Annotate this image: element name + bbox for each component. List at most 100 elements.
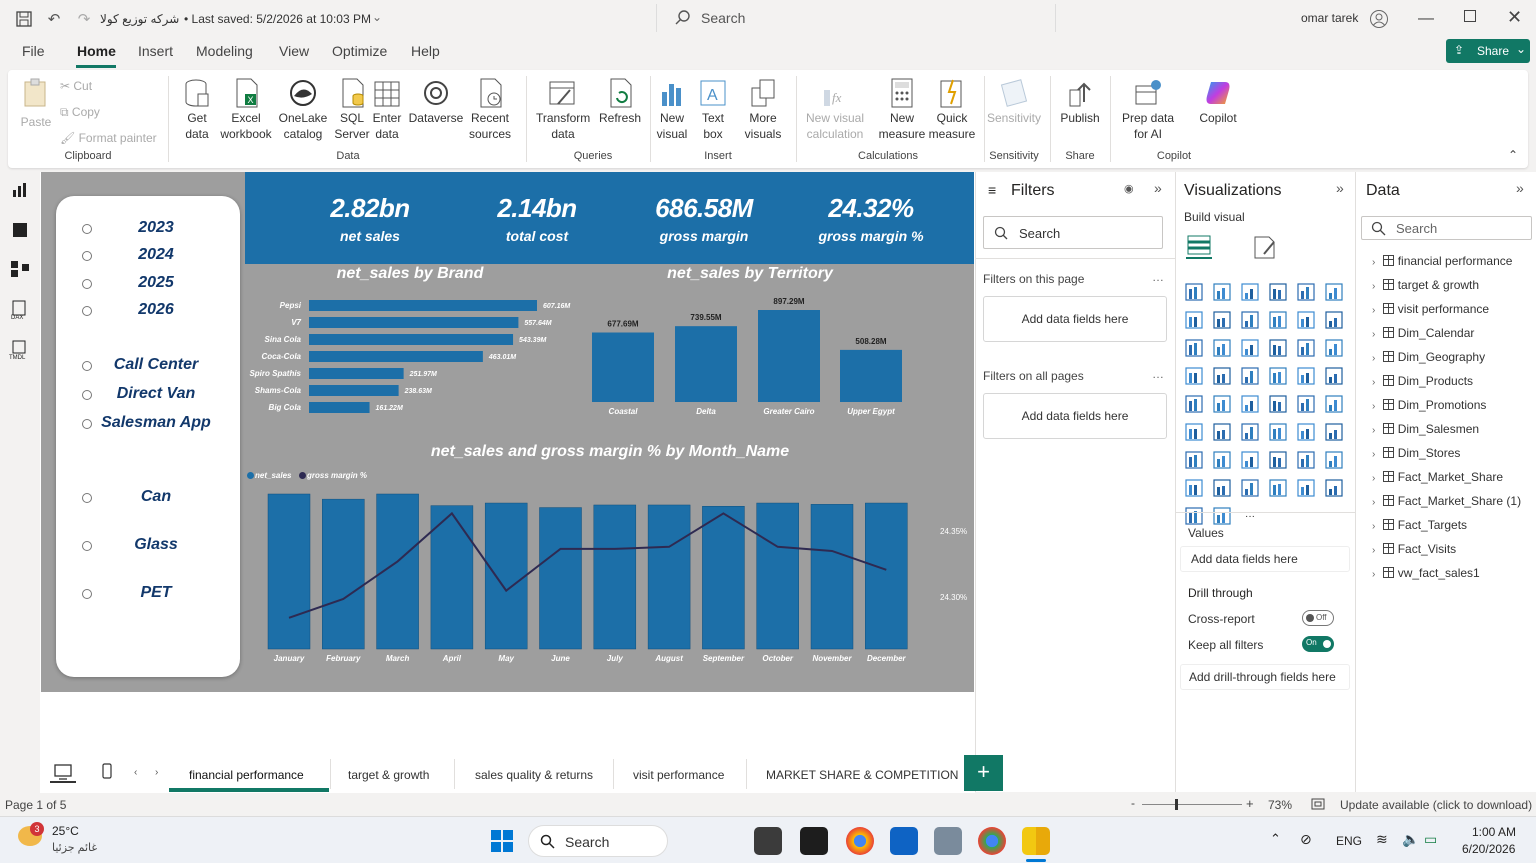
volume-icon[interactable]: 🔈 [1402,831,1419,848]
data-field-item[interactable]: › Dim_Calendar [1372,326,1474,346]
data-field-item[interactable]: › Fact_Visits [1372,542,1456,562]
cross-report-toggle[interactable]: Off [1302,610,1334,626]
visual-type-icon[interactable] [1296,394,1316,414]
data-field-item[interactable]: › Dim_Stores [1372,446,1460,466]
clock-date[interactable]: 6/20/2026 [1462,842,1515,856]
visual-type-icon[interactable] [1184,282,1204,302]
visual-type-icon[interactable] [1212,282,1232,302]
visual-type-icon[interactable] [1184,394,1204,414]
visual-type-icon[interactable] [1296,422,1316,442]
network-off-icon[interactable]: ⊘ [1300,831,1312,848]
visual-type-icon[interactable] [1240,422,1260,442]
visual-type-icon[interactable] [1240,282,1260,302]
visual-type-icon[interactable] [1296,366,1316,386]
visual-type-icon[interactable] [1212,366,1232,386]
visual-type-icon[interactable] [1324,422,1344,442]
zoom-out-icon[interactable]: - [1131,796,1135,810]
format-visual-icon[interactable] [1252,234,1278,260]
visual-type-icon[interactable] [1184,422,1204,442]
visual-type-icon[interactable] [1212,506,1232,526]
zoom-slider-thumb[interactable] [1175,799,1178,810]
visual-type-icon[interactable] [1324,338,1344,358]
visual-type-icon[interactable] [1268,478,1288,498]
calculator-app-icon[interactable] [934,827,962,855]
chrome-icon[interactable] [846,827,874,855]
visual-type-icon[interactable] [1240,478,1260,498]
visual-type-icon[interactable] [1296,338,1316,358]
visual-type-icon[interactable]: ··· [1240,506,1260,526]
tab-sales-quality[interactable]: sales quality & returns [475,768,593,782]
visual-type-icon[interactable] [1184,366,1204,386]
visual-type-icon[interactable] [1296,282,1316,302]
data-field-item[interactable]: › Dim_Products [1372,374,1473,394]
visual-type-icon[interactable] [1324,394,1344,414]
filters-page-dropzone[interactable]: Add data fields here [983,296,1167,342]
zoom-in-icon[interactable]: + [1246,796,1254,811]
chevron-up-icon[interactable]: ⌃ [1270,831,1281,847]
visual-type-icon[interactable] [1240,310,1260,330]
more-options-icon[interactable]: … [1152,367,1164,381]
visual-type-icon[interactable] [1184,506,1204,526]
terminal-icon[interactable] [800,827,828,855]
more-options-icon[interactable]: … [1152,270,1164,284]
visual-type-icon[interactable] [1324,478,1344,498]
keep-filters-toggle[interactable]: On [1302,636,1334,652]
clock-time[interactable]: 1:00 AM [1472,825,1516,839]
file-explorer-icon[interactable] [754,827,782,855]
visual-type-icon[interactable] [1296,310,1316,330]
visual-type-icon[interactable] [1212,478,1232,498]
visual-type-icon[interactable] [1324,282,1344,302]
tab-visit-performance[interactable]: visit performance [633,768,724,782]
filters-search-input[interactable]: Search [983,216,1163,249]
visual-type-icon[interactable] [1296,478,1316,498]
visual-type-icon[interactable] [1212,422,1232,442]
visual-type-icon[interactable] [1212,338,1232,358]
visual-type-icon[interactable] [1184,478,1204,498]
tab-financial-performance[interactable]: financial performance [189,768,304,782]
visual-type-icon[interactable] [1212,450,1232,470]
visual-type-icon[interactable] [1268,310,1288,330]
power-bi-icon[interactable] [1022,827,1050,855]
add-page-button[interactable]: + [964,755,1003,791]
visual-type-icon[interactable] [1184,450,1204,470]
data-search-input[interactable]: Search [1361,216,1532,240]
battery-icon[interactable]: ▭ [1424,831,1437,848]
wifi-icon[interactable]: ≋ [1376,831,1388,848]
data-field-item[interactable]: › Dim_Geography [1372,350,1485,370]
zoom-slider[interactable] [1142,804,1242,805]
mobile-layout-icon[interactable] [102,763,112,779]
visual-type-icon[interactable] [1324,450,1344,470]
visual-type-icon[interactable] [1268,282,1288,302]
desktop-layout-icon[interactable] [54,764,72,780]
visual-type-icon[interactable] [1268,450,1288,470]
visual-type-icon[interactable] [1324,310,1344,330]
visual-type-icon[interactable] [1240,394,1260,414]
visual-type-icon[interactable] [1268,338,1288,358]
data-field-item[interactable]: › target & growth [1372,278,1479,298]
scroll-left-icon[interactable]: ‹ [134,767,137,778]
filters-all-dropzone[interactable]: Add data fields here [983,393,1167,439]
data-field-item[interactable]: › vw_fact_sales1 [1372,566,1480,586]
language-indicator[interactable]: ENG [1336,834,1362,848]
windows-start-icon[interactable] [490,829,514,853]
build-visual-fields-icon[interactable] [1186,232,1214,258]
visual-type-icon[interactable] [1240,450,1260,470]
fit-to-page-icon[interactable] [1311,798,1325,810]
visual-type-icon[interactable] [1212,310,1232,330]
data-field-item[interactable]: › financial performance [1372,254,1512,274]
update-notice[interactable]: Update available (click to download) [1340,798,1532,812]
collapse-pane-icon[interactable]: » [1516,180,1524,196]
data-field-item[interactable]: › Fact_Targets [1372,518,1467,538]
visual-type-icon[interactable] [1240,366,1260,386]
visual-type-icon[interactable] [1268,394,1288,414]
visual-type-icon[interactable] [1240,338,1260,358]
data-field-item[interactable]: › visit performance [1372,302,1489,322]
visual-type-icon[interactable] [1324,366,1344,386]
tab-market-share[interactable]: MARKET SHARE & COMPETITION [766,768,958,782]
visual-type-icon[interactable] [1184,310,1204,330]
data-field-item[interactable]: › Fact_Market_Share [1372,470,1503,490]
visual-type-icon[interactable] [1268,366,1288,386]
visual-type-icon[interactable] [1268,422,1288,442]
chrome-profile-icon[interactable] [978,827,1006,855]
data-field-item[interactable]: › Fact_Market_Share (1) [1372,494,1521,514]
